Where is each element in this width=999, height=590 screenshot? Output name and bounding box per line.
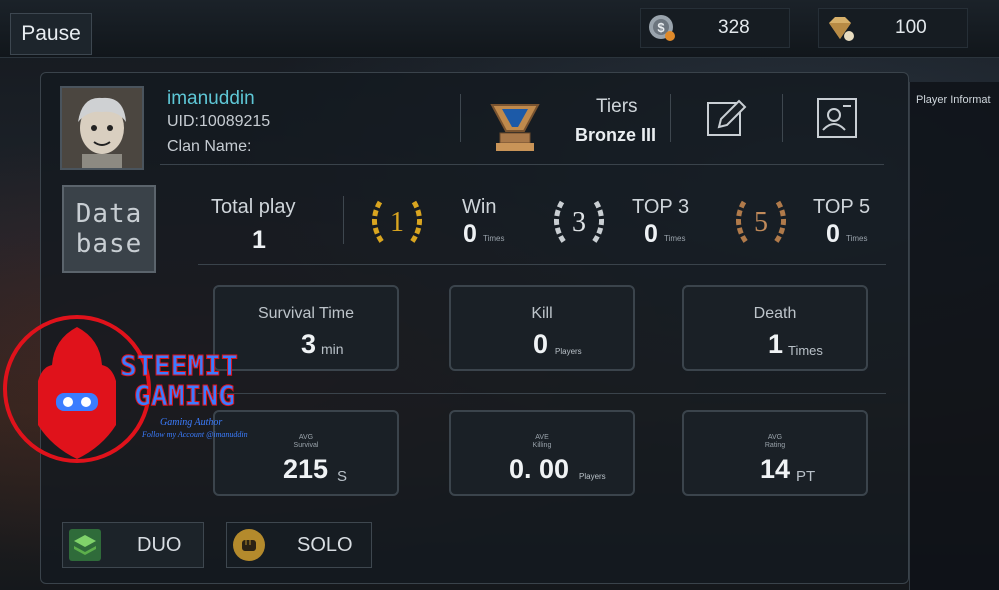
divider bbox=[343, 196, 344, 244]
coin-display: $ bbox=[647, 8, 677, 48]
gem-value: 100 bbox=[895, 17, 927, 38]
svg-text:$: $ bbox=[657, 20, 665, 35]
database-label-line2: base bbox=[75, 229, 143, 259]
divider bbox=[670, 94, 671, 142]
death-unit: Times bbox=[788, 343, 823, 358]
win-label: Win bbox=[462, 196, 497, 218]
steemit-gaming-watermark: STEEMIT GAMING Gaming Author Follow my A… bbox=[3, 315, 248, 463]
coin-value: 328 bbox=[718, 17, 750, 38]
death-value: 1 bbox=[768, 329, 784, 359]
pause-button[interactable]: Pause bbox=[10, 13, 92, 55]
gold-laurel-icon: 1 bbox=[372, 200, 422, 244]
watermark-line4: Follow my Account @imanuddin bbox=[141, 430, 248, 439]
duo-mode-button[interactable]: DUO bbox=[62, 522, 204, 568]
database-button[interactable]: Data base bbox=[62, 185, 156, 273]
avatar-portrait bbox=[62, 88, 142, 168]
avg-killing-label2: Killing bbox=[532, 442, 552, 449]
avg-killing-unit: Players bbox=[579, 472, 606, 481]
silver-laurel-icon: 3 bbox=[554, 200, 604, 244]
id-card-icon bbox=[817, 98, 857, 138]
top5-label: TOP 5 bbox=[813, 196, 871, 218]
database-label-line1: Data bbox=[75, 199, 143, 229]
tiers-label: Tiers bbox=[596, 96, 638, 117]
pencil-icon bbox=[707, 99, 747, 136]
top5-value: 0 bbox=[826, 220, 840, 248]
watermark-line1: STEEMIT bbox=[120, 349, 238, 382]
watermark-line3: Gaming Author bbox=[160, 417, 222, 428]
solo-mode-button[interactable]: SOLO bbox=[226, 522, 372, 568]
watermark-line2: GAMING bbox=[134, 379, 235, 412]
duo-label: DUO bbox=[137, 533, 182, 556]
avg-rating-value: 14 bbox=[760, 454, 791, 484]
kill-label: Kill bbox=[531, 305, 553, 322]
divider bbox=[160, 164, 884, 165]
medal-number: 5 bbox=[754, 207, 768, 238]
bronze-tier-icon bbox=[487, 101, 543, 155]
medal-number: 1 bbox=[390, 207, 404, 238]
total-play-label: Total play bbox=[211, 196, 296, 218]
total-play-value: 1 bbox=[252, 226, 266, 254]
duo-layers-icon bbox=[69, 529, 101, 561]
avg-killing-label1: AVE bbox=[535, 434, 549, 441]
top5-unit: Times bbox=[846, 234, 868, 243]
diamond-icon bbox=[825, 13, 855, 43]
edit-profile-button[interactable] bbox=[704, 96, 748, 140]
survival-time-unit: min bbox=[321, 341, 344, 357]
win-value: 0 bbox=[463, 220, 477, 248]
top3-unit: Times bbox=[664, 234, 686, 243]
divider bbox=[198, 264, 886, 265]
top3-label: TOP 3 bbox=[632, 196, 690, 218]
solo-label: SOLO bbox=[297, 533, 353, 556]
death-label: Death bbox=[753, 305, 797, 322]
avg-killing-card: AVE Killing 0. 00 Players bbox=[449, 410, 635, 496]
win-unit: Times bbox=[483, 234, 505, 243]
gem-display bbox=[825, 8, 855, 48]
bronze-laurel-icon: 5 bbox=[736, 200, 786, 244]
kill-value: 0 bbox=[533, 329, 549, 359]
avg-survival-unit: S bbox=[337, 468, 348, 485]
player-info-tab[interactable]: Player Informat bbox=[909, 82, 999, 590]
survival-time-value: 3 bbox=[301, 329, 317, 359]
divider bbox=[460, 94, 461, 142]
profile-card-button[interactable] bbox=[815, 96, 859, 140]
avg-rating-label2: Rating bbox=[764, 442, 786, 449]
coin-icon: $ bbox=[647, 13, 677, 43]
avg-rating-unit: PT bbox=[796, 468, 816, 485]
avatar[interactable] bbox=[60, 86, 144, 170]
tier-value: Bronze III bbox=[575, 125, 657, 145]
avg-killing-value: 0. 00 bbox=[509, 454, 570, 484]
top3-value: 0 bbox=[644, 220, 658, 248]
medal-number: 3 bbox=[572, 207, 586, 238]
user-id: UID:10089215 bbox=[167, 113, 271, 130]
player-info-label: Player Informat bbox=[916, 94, 991, 106]
divider bbox=[782, 94, 783, 142]
clan-name: Clan Name: bbox=[167, 138, 252, 155]
avg-rating-card: AVG Rating 14 PT bbox=[682, 410, 868, 496]
avg-rating-label1: AVG bbox=[767, 434, 783, 441]
fist-icon bbox=[233, 529, 265, 561]
death-card: Death 1 Times bbox=[682, 285, 868, 371]
username: imanuddin bbox=[167, 88, 255, 109]
kill-unit: Players bbox=[555, 347, 582, 356]
kill-card: Kill 0 Players bbox=[449, 285, 635, 371]
